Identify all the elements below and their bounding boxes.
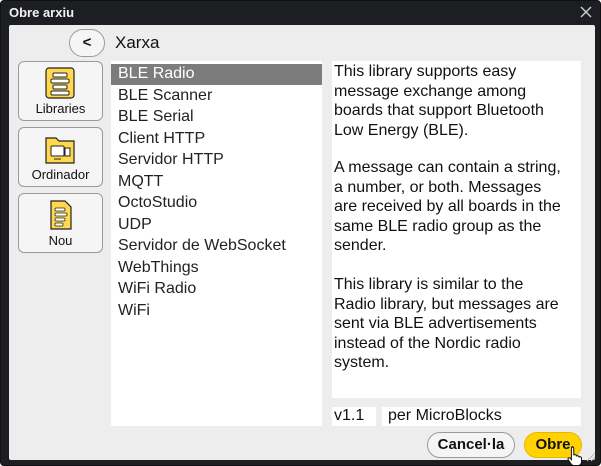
library-version: v1.1 <box>332 407 376 426</box>
list-item[interactable]: BLE Radio <box>111 64 322 85</box>
open-file-dialog: Obre arxiu < Xarxa Libraries Ordinador N… <box>0 0 601 466</box>
sidebar-item-nou[interactable]: Nou <box>18 193 103 253</box>
description-paragraph: This library supports easy message excha… <box>334 63 544 139</box>
resize-grip-icon[interactable] <box>586 452 596 462</box>
list-item[interactable]: UDP <box>111 215 322 236</box>
back-button[interactable]: < <box>69 29 105 57</box>
title-bar[interactable]: Obre arxiu <box>1 1 600 24</box>
library-author: per MicroBlocks <box>382 407 581 426</box>
sidebar-item-label: Nou <box>48 233 73 248</box>
sidebar-item-label: Ordinador <box>31 167 90 182</box>
sidebar-item-label: Libraries <box>35 101 86 116</box>
list-item[interactable]: OctoStudio <box>111 193 322 214</box>
library-description: This library supports easy message excha… <box>332 61 581 398</box>
list-item[interactable]: WebThings <box>111 258 322 279</box>
libraries-icon <box>45 67 75 99</box>
list-item[interactable]: WiFi Radio <box>111 279 322 300</box>
dialog-body: < Xarxa Libraries Ordinador Nou BLE Radi… <box>9 25 595 460</box>
close-icon[interactable] <box>578 4 594 20</box>
description-paragraph: This library is similar to the Radio lib… <box>334 276 559 371</box>
list-item[interactable]: MQTT <box>111 172 322 193</box>
dialog-title: Obre arxiu <box>9 5 75 20</box>
current-folder-label: Xarxa <box>115 33 160 52</box>
cancel-button[interactable]: Cancel·la <box>427 432 515 458</box>
list-item[interactable]: BLE Serial <box>111 107 322 128</box>
sidebar-item-ordinador[interactable]: Ordinador <box>18 127 103 187</box>
description-paragraph: A message can contain a string, a number… <box>334 159 561 254</box>
sidebar-item-libraries[interactable]: Libraries <box>18 61 103 121</box>
file-list[interactable]: BLE Radio BLE Scanner BLE Serial Client … <box>111 61 322 426</box>
list-item[interactable]: Servidor HTTP <box>111 150 322 171</box>
list-item[interactable]: WiFi <box>111 301 322 322</box>
computer-folder-icon <box>45 137 75 164</box>
list-item[interactable]: Servidor de WebSocket <box>111 236 322 257</box>
list-item[interactable]: BLE Scanner <box>111 86 322 107</box>
list-item[interactable]: Client HTTP <box>111 129 322 150</box>
new-file-icon <box>50 200 72 230</box>
hand-cursor-icon <box>567 446 582 466</box>
